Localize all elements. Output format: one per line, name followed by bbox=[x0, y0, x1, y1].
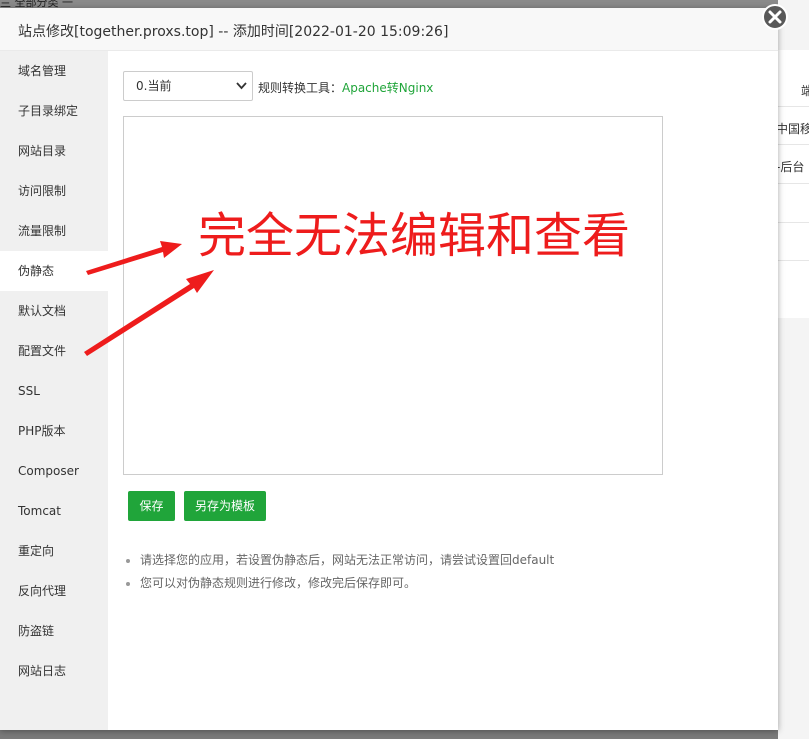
annotation-arrows bbox=[84, 241, 214, 356]
annotation-text: 完全无法编辑和查看 bbox=[198, 208, 631, 264]
annotation-arrow bbox=[84, 270, 214, 356]
annotation-arrow bbox=[86, 241, 182, 275]
